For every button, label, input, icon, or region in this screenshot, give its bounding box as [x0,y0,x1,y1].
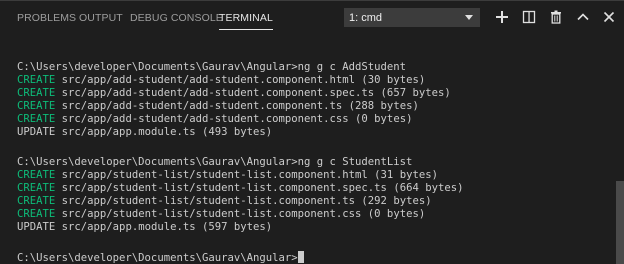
split-terminal-button[interactable] [521,9,537,25]
terminal-line: CREATE src/app/student-list/student-list… [17,195,432,208]
plus-icon [496,11,508,23]
output-text: src/app/add-student/add-student.componen… [55,113,413,125]
terminal-line: CREATE src/app/add-student/add-student.c… [17,74,425,87]
close-panel-button[interactable] [601,9,617,25]
output-text: src/app/add-student/add-student.componen… [55,74,426,86]
command-text: C:\Users\developer\Documents\Gaurav\Angu… [17,61,407,73]
tab-terminal[interactable]: TERMINAL [219,12,273,30]
close-icon [603,11,615,23]
terminal-line: C:\Users\developer\Documents\Gaurav\Angu… [17,156,412,169]
text-cursor [297,251,304,263]
maximize-panel-button[interactable] [575,9,591,25]
output-text: src/app/student-list/student-list.compon… [55,208,426,220]
terminal-line: C:\Users\developer\Documents\Gaurav\Angu… [17,61,406,74]
terminal-output[interactable]: C:\Users\developer\Documents\Gaurav\Angu… [0,35,612,264]
command-text: C:\Users\developer\Documents\Gaurav\Angu… [17,156,413,168]
terminal-line: CREATE src/app/add-student/add-student.c… [17,87,451,100]
chevron-down-icon [465,15,473,20]
terminal-instance-label: 1: cmd [349,12,383,24]
update-keyword: UPDATE [17,126,56,138]
create-keyword: CREATE [17,182,56,194]
output-text: src/app/app.module.ts (493 bytes) [55,126,273,138]
terminal-line: CREATE src/app/student-list/student-list… [17,169,438,182]
output-text: src/app/add-student/add-student.componen… [55,100,419,112]
output-text: src/app/student-list/student-list.compon… [55,195,432,207]
split-icon [522,10,536,24]
create-keyword: CREATE [17,169,56,181]
new-terminal-button[interactable] [494,9,510,25]
terminal-panel: PROBLEMS OUTPUT DEBUG CONSOLE TERMINAL 1… [0,0,624,264]
create-keyword: CREATE [17,74,56,86]
tab-output[interactable]: OUTPUT [79,12,123,24]
create-keyword: CREATE [17,87,56,99]
terminal-line: UPDATE src/app/app.module.ts (597 bytes) [17,221,272,234]
terminal-line: CREATE src/app/add-student/add-student.c… [17,100,419,113]
terminal-prompt-line: C:\Users\developer\Documents\Gaurav\Angu… [17,251,304,264]
output-text: src/app/student-list/student-list.compon… [55,182,464,194]
output-text: src/app/student-list/student-list.compon… [55,169,438,181]
tab-problems[interactable]: PROBLEMS [17,12,76,24]
create-keyword: CREATE [17,195,56,207]
trash-icon [551,10,561,24]
terminal-instance-select[interactable]: 1: cmd [344,8,480,27]
update-keyword: UPDATE [17,221,56,233]
terminal-line: CREATE src/app/student-list/student-list… [17,182,463,195]
panel-tab-bar: PROBLEMS OUTPUT DEBUG CONSOLE TERMINAL 1… [0,1,624,35]
output-text: src/app/add-student/add-student.componen… [55,87,451,99]
terminal-line: CREATE src/app/student-list/student-list… [17,208,425,221]
create-keyword: CREATE [17,100,56,112]
scrollbar-thumb[interactable] [616,181,624,264]
chevron-up-icon [577,13,589,21]
kill-terminal-button[interactable] [548,9,564,25]
create-keyword: CREATE [17,113,56,125]
terminal-line: CREATE src/app/add-student/add-student.c… [17,113,412,126]
prompt-text: C:\Users\developer\Documents\Gaurav\Angu… [17,252,298,264]
create-keyword: CREATE [17,208,56,220]
output-text: src/app/app.module.ts (597 bytes) [55,221,273,233]
tab-debug-console[interactable]: DEBUG CONSOLE [130,12,223,24]
terminal-line: UPDATE src/app/app.module.ts (493 bytes) [17,126,272,139]
